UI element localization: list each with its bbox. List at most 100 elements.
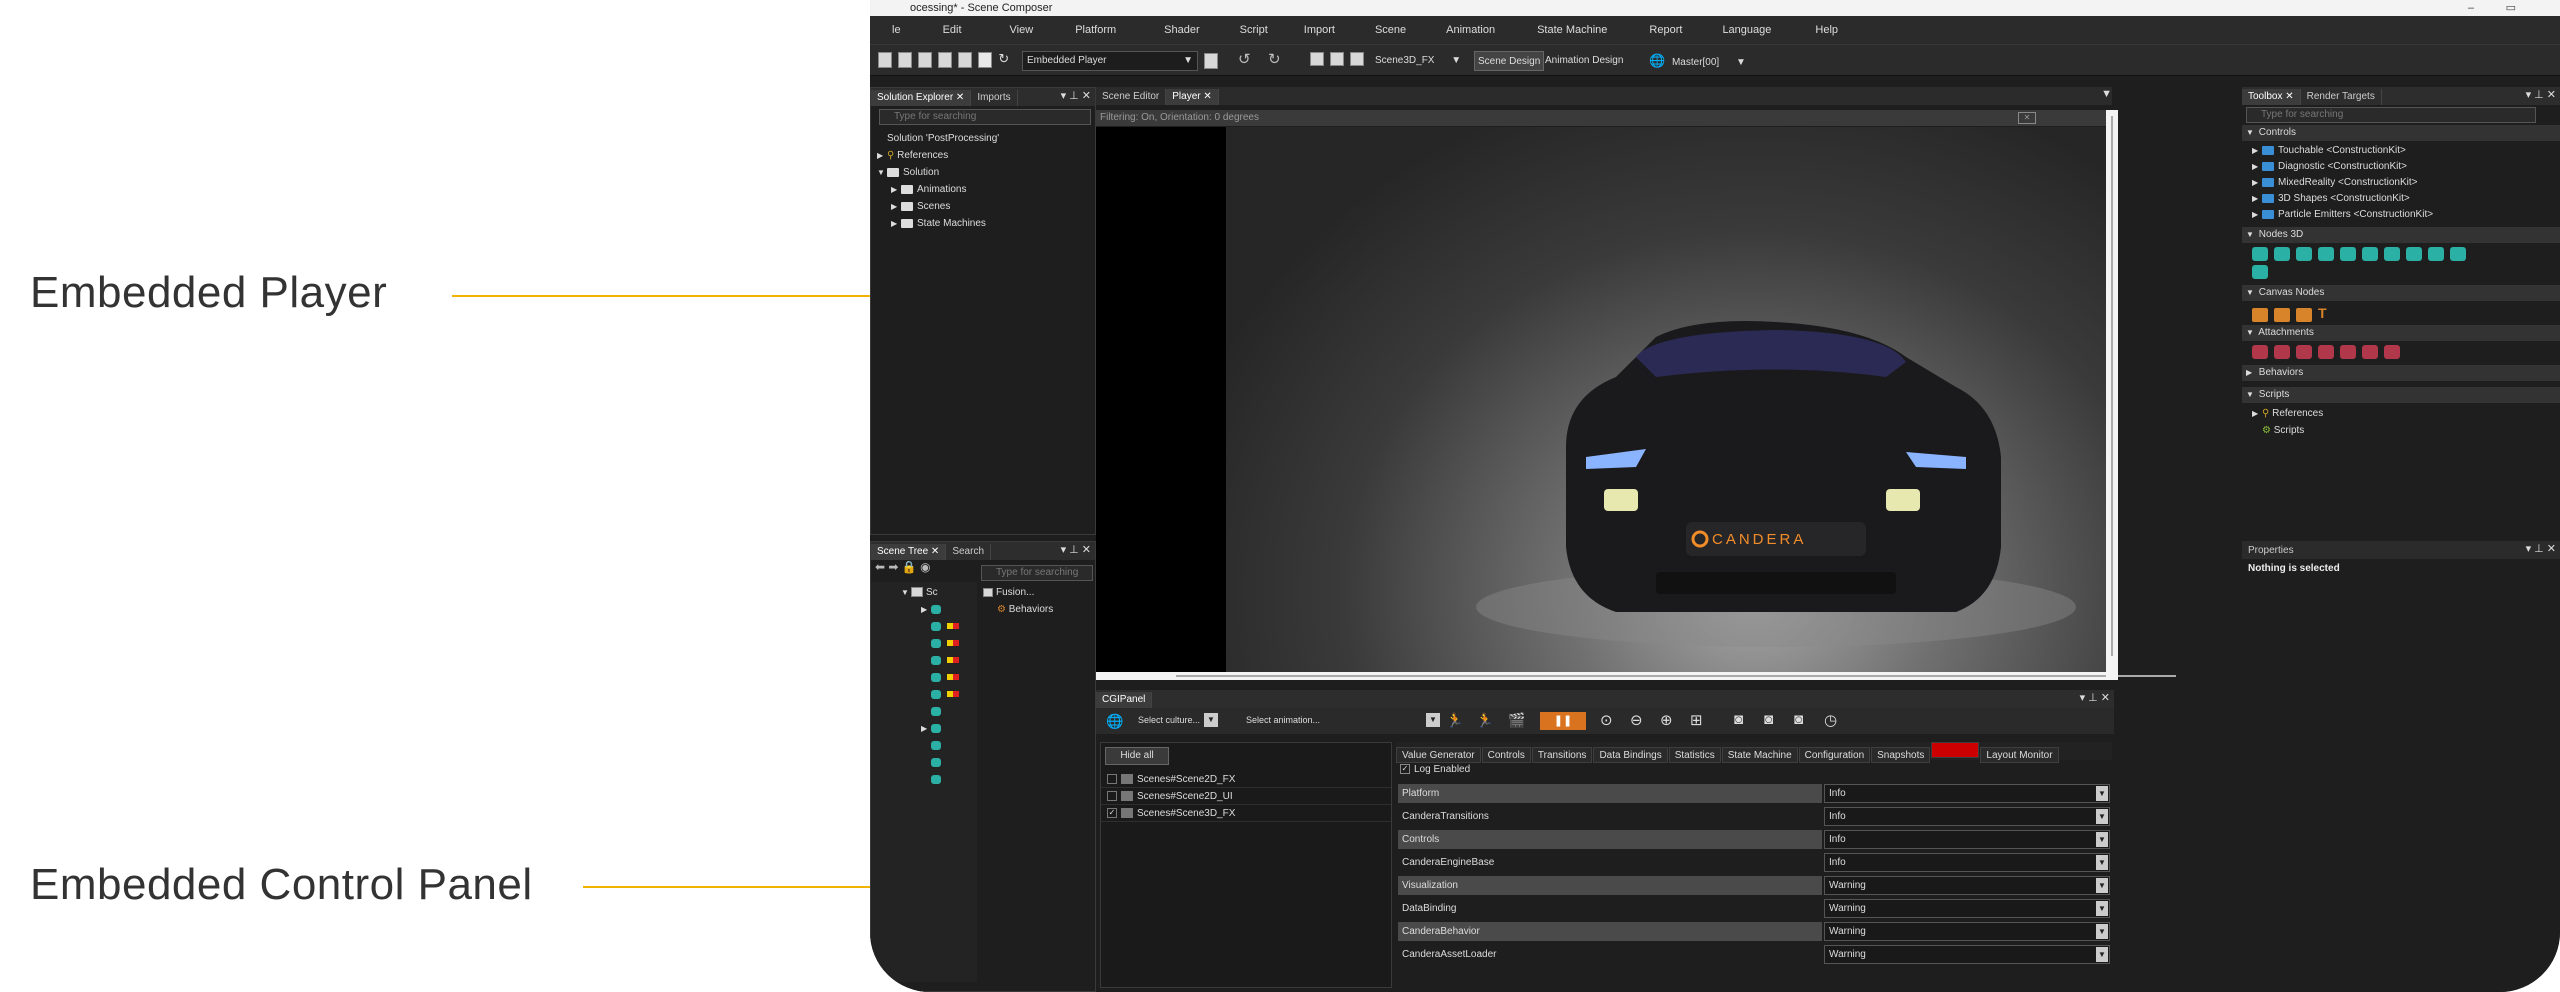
grid-attachment-icon[interactable] (2318, 345, 2334, 359)
save-icon[interactable] (918, 52, 933, 69)
section-attachments[interactable]: ▼ Attachments (2242, 325, 2560, 341)
pause-button[interactable]: ❚❚ (1540, 712, 1586, 730)
refresh-icon[interactable]: ↻ (998, 51, 1009, 66)
redo-icon[interactable]: ↻ (1268, 50, 1281, 70)
menu-state-machine[interactable]: State Machine (1537, 24, 1607, 36)
tab-state-machine[interactable]: State Machine (1721, 747, 1798, 763)
menu-animation[interactable]: Animation (1446, 24, 1495, 36)
menu-scene[interactable]: Scene (1375, 24, 1406, 36)
section-controls[interactable]: ▼ Controls (2242, 125, 2560, 141)
back-icon[interactable]: ⬅ (875, 560, 885, 574)
hide-all-button[interactable]: Hide all (1105, 747, 1169, 765)
viewport-vertical-scrollbar[interactable] (2106, 110, 2118, 680)
menu-help[interactable]: Help (1815, 24, 1838, 36)
add-file-icon[interactable] (898, 52, 913, 69)
tab-search[interactable]: Search (946, 544, 992, 560)
export-icon[interactable] (958, 52, 973, 69)
panel-controls[interactable]: ▾ ⊥ ✕ (2080, 691, 2110, 704)
sphere-attachment-icon[interactable] (2252, 345, 2268, 359)
tree-item-scripts[interactable]: ⚙ Scripts (2252, 422, 2554, 439)
new-file-icon[interactable] (878, 52, 892, 69)
timer-icon[interactable]: ◷ (1824, 711, 1837, 729)
fps-icon[interactable]: ◙ (1794, 711, 1803, 728)
camera-node-icon[interactable] (2318, 247, 2334, 261)
scene-list-item[interactable]: ✓ Scenes#Scene3D_FX (1101, 805, 1391, 822)
scene-tree-search-input[interactable]: Type for searching (981, 565, 1093, 581)
tab-player[interactable]: Player ✕ (1166, 89, 1219, 105)
log-level-select[interactable]: Info ▼ (1824, 830, 2110, 849)
lod-node-icon[interactable] (2384, 247, 2400, 261)
save-all-icon[interactable] (938, 52, 953, 69)
particle-node-icon[interactable] (2428, 247, 2444, 261)
light-node-icon[interactable] (2274, 247, 2290, 261)
tree-item-behaviors[interactable]: ⚙ Behaviors (983, 601, 1089, 618)
player-select[interactable]: Embedded Player ▼ (1022, 51, 1198, 71)
embedded-player-viewport[interactable]: CANDERA (1096, 127, 2106, 673)
transform-node-icon[interactable] (2362, 247, 2378, 261)
scene-design-button[interactable]: Scene Design (1474, 51, 1545, 71)
culture-select[interactable]: Select culture... (1138, 715, 1200, 725)
tab-configuration[interactable]: Configuration (1798, 747, 1871, 763)
scene-list-item[interactable]: Scenes#Scene2D_FX (1101, 771, 1391, 788)
tab-scene-tree[interactable]: Scene Tree ✕ (871, 544, 947, 560)
composite-node-icon[interactable] (2450, 247, 2466, 261)
mesh-node-icon[interactable] (2252, 247, 2268, 261)
toolbox-item[interactable]: ▶ Touchable <ConstructionKit> (2252, 143, 2554, 159)
tree-item-animations[interactable]: ▶ Animations (877, 181, 1089, 198)
section-canvas-nodes[interactable]: ▼ Canvas Nodes (2242, 285, 2560, 301)
solution-search-input[interactable]: Type for searching (879, 109, 1091, 125)
tree-node[interactable] (901, 635, 971, 652)
canvas-icon[interactable] (2252, 308, 2268, 323)
stack-attachment-icon[interactable] (2340, 345, 2356, 359)
tab-scene-editor[interactable]: Scene Editor (1096, 89, 1167, 105)
scene-ui-icon[interactable] (1330, 52, 1345, 66)
group-node-icon[interactable] (2296, 247, 2312, 261)
menu-report[interactable]: Report (1649, 24, 1682, 36)
log-level-select[interactable]: Info ▼ (1824, 807, 2110, 826)
canvas-text-icon[interactable]: T (2318, 305, 2327, 321)
section-nodes-3d[interactable]: ▼ Nodes 3D (2242, 227, 2560, 243)
zoom-out-icon[interactable]: ⊖ (1630, 711, 1643, 729)
tab-statistics[interactable]: Statistics (1668, 747, 1721, 763)
menu-view[interactable]: View (1010, 24, 1034, 36)
log-enabled-checkbox[interactable]: ✓ Log Enabled (1400, 762, 1470, 778)
menu-platform[interactable]: Platform (1075, 24, 1116, 36)
toolbox-item[interactable]: ▶ Diagnostic <ConstructionKit> (2252, 159, 2554, 175)
menu-script[interactable]: Script (1240, 24, 1268, 36)
tab-log[interactable] (1931, 742, 1980, 758)
chevron-down-icon[interactable]: ▼ (1204, 713, 1218, 727)
brain-attachment-icon[interactable] (2274, 345, 2290, 359)
close-player-icon[interactable]: ✕ (2018, 112, 2036, 124)
zoom-in-icon[interactable]: ⊕ (1660, 711, 1673, 729)
zoom-reset-icon[interactable]: ⊙ (1600, 711, 1613, 729)
panel-controls[interactable]: ▾ ⊥ ✕ (1061, 89, 1091, 102)
grid-node-icon[interactable] (2252, 265, 2268, 279)
tree-item-fusion[interactable]: Fusion... (983, 584, 1089, 601)
clapper-icon[interactable]: 🎬 (1508, 712, 1525, 729)
cube-attachment-icon[interactable] (2362, 345, 2378, 359)
panel-controls[interactable]: ▾ ⊥ ✕ (2526, 542, 2556, 555)
toolbox-item[interactable]: ▶ Particle Emitters <ConstructionKit> (2252, 207, 2554, 223)
animation-design-button[interactable]: Animation Design (1542, 51, 1626, 71)
toolbox-item[interactable]: ▶ 3D Shapes <ConstructionKit> (2252, 191, 2554, 207)
canvas-sprite-icon[interactable] (2296, 308, 2312, 323)
tree-item-scene-root[interactable]: ▼ Sc (901, 584, 971, 601)
eye-icon[interactable]: ◉ (920, 560, 930, 574)
scene-2d-icon[interactable] (1310, 52, 1324, 66)
forward-icon[interactable]: ➡ (888, 560, 898, 574)
tab-imports[interactable]: Imports (971, 90, 1018, 106)
tab-layout-monitor[interactable]: Layout Monitor (1980, 747, 2059, 763)
animation-select[interactable]: Select animation... (1246, 715, 1320, 725)
menu-shader[interactable]: Shader (1164, 24, 1199, 36)
tree-item-solution-root[interactable]: Solution 'PostProcessing' (877, 130, 1089, 147)
chevron-down-icon[interactable]: ▼ (2101, 88, 2112, 100)
tree-item-state-machines[interactable]: ▶ State Machines (877, 215, 1089, 232)
minimize-button[interactable]: – (2468, 0, 2474, 16)
restore-button[interactable]: ▭ (2506, 0, 2516, 16)
scene-select[interactable]: Scene3D_FX ▼ (1372, 51, 1464, 71)
reverse-animation-icon[interactable]: 🏃 (1476, 712, 1493, 729)
reflection-node-icon[interactable] (2406, 247, 2422, 261)
tab-data-bindings[interactable]: Data Bindings (1593, 747, 1668, 763)
screenshot-icon[interactable]: ◙ (1734, 711, 1743, 728)
billboard-node-icon[interactable] (2340, 247, 2356, 261)
